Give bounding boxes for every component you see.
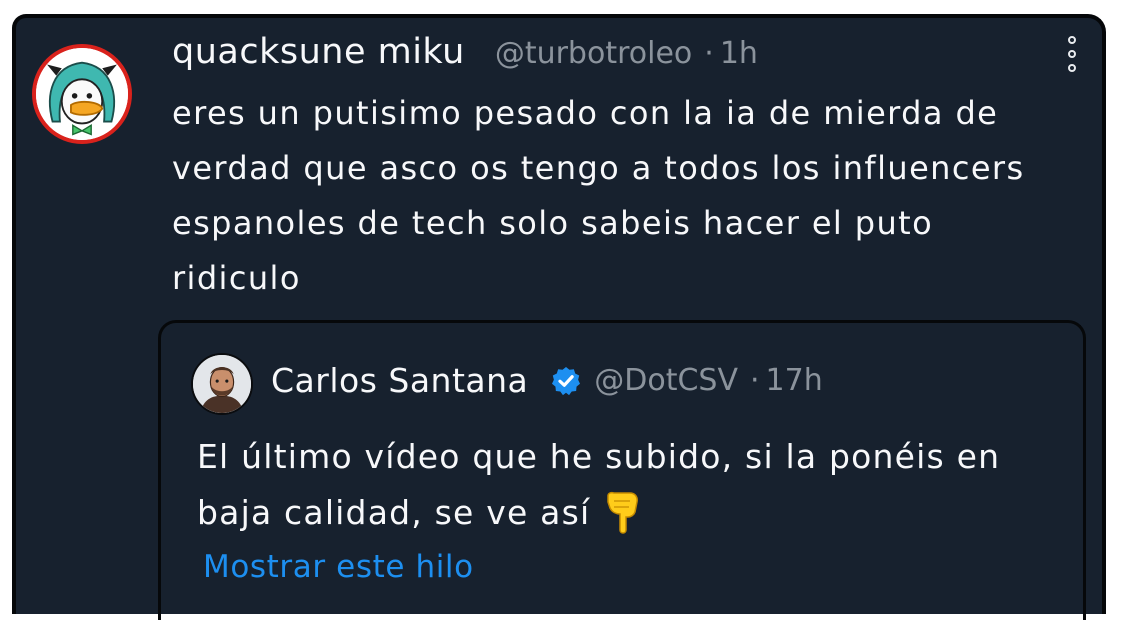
bearded-man-avatar-icon [193,355,251,413]
quoted-tweet-text: El último vídeo que he subido, si la pon… [197,437,1001,532]
quoted-author-handle[interactable]: @DotCSV [594,363,738,398]
quoted-tweet[interactable]: Carlos Santana @DotCSV · 17h El último v… [158,320,1086,620]
quoted-tweet-header: Carlos Santana @DotCSV · 17h [271,361,823,400]
quoted-tweet-time[interactable]: 17h [766,363,823,398]
quoted-author-avatar[interactable] [191,353,253,415]
quoted-author-name[interactable]: Carlos Santana [271,361,528,400]
tweet-time[interactable]: 1h [720,36,758,71]
more-options-icon[interactable] [1066,36,1078,78]
author-avatar[interactable] [32,44,132,144]
tweet-card[interactable]: quacksune miku @turbotroleo · 1h eres un… [12,14,1106,620]
author-handle[interactable]: @turbotroleo [495,36,692,71]
tweet-text: eres un putisimo pesado con la ia de mie… [172,94,1025,297]
show-thread-link[interactable]: Mostrar este hilo [203,549,474,585]
verified-badge-icon [552,366,581,395]
pointing-down-hand-icon [607,491,639,534]
duck-miku-avatar-icon [36,48,128,140]
tweet-header: quacksune miku @turbotroleo · 1h [172,32,758,72]
author-name[interactable]: quacksune miku [172,32,465,72]
header-separator: · [704,36,714,71]
quoted-header-separator: · [750,363,760,398]
quoted-tweet-text-block: El último vídeo que he subido, si la pon… [197,429,1067,541]
